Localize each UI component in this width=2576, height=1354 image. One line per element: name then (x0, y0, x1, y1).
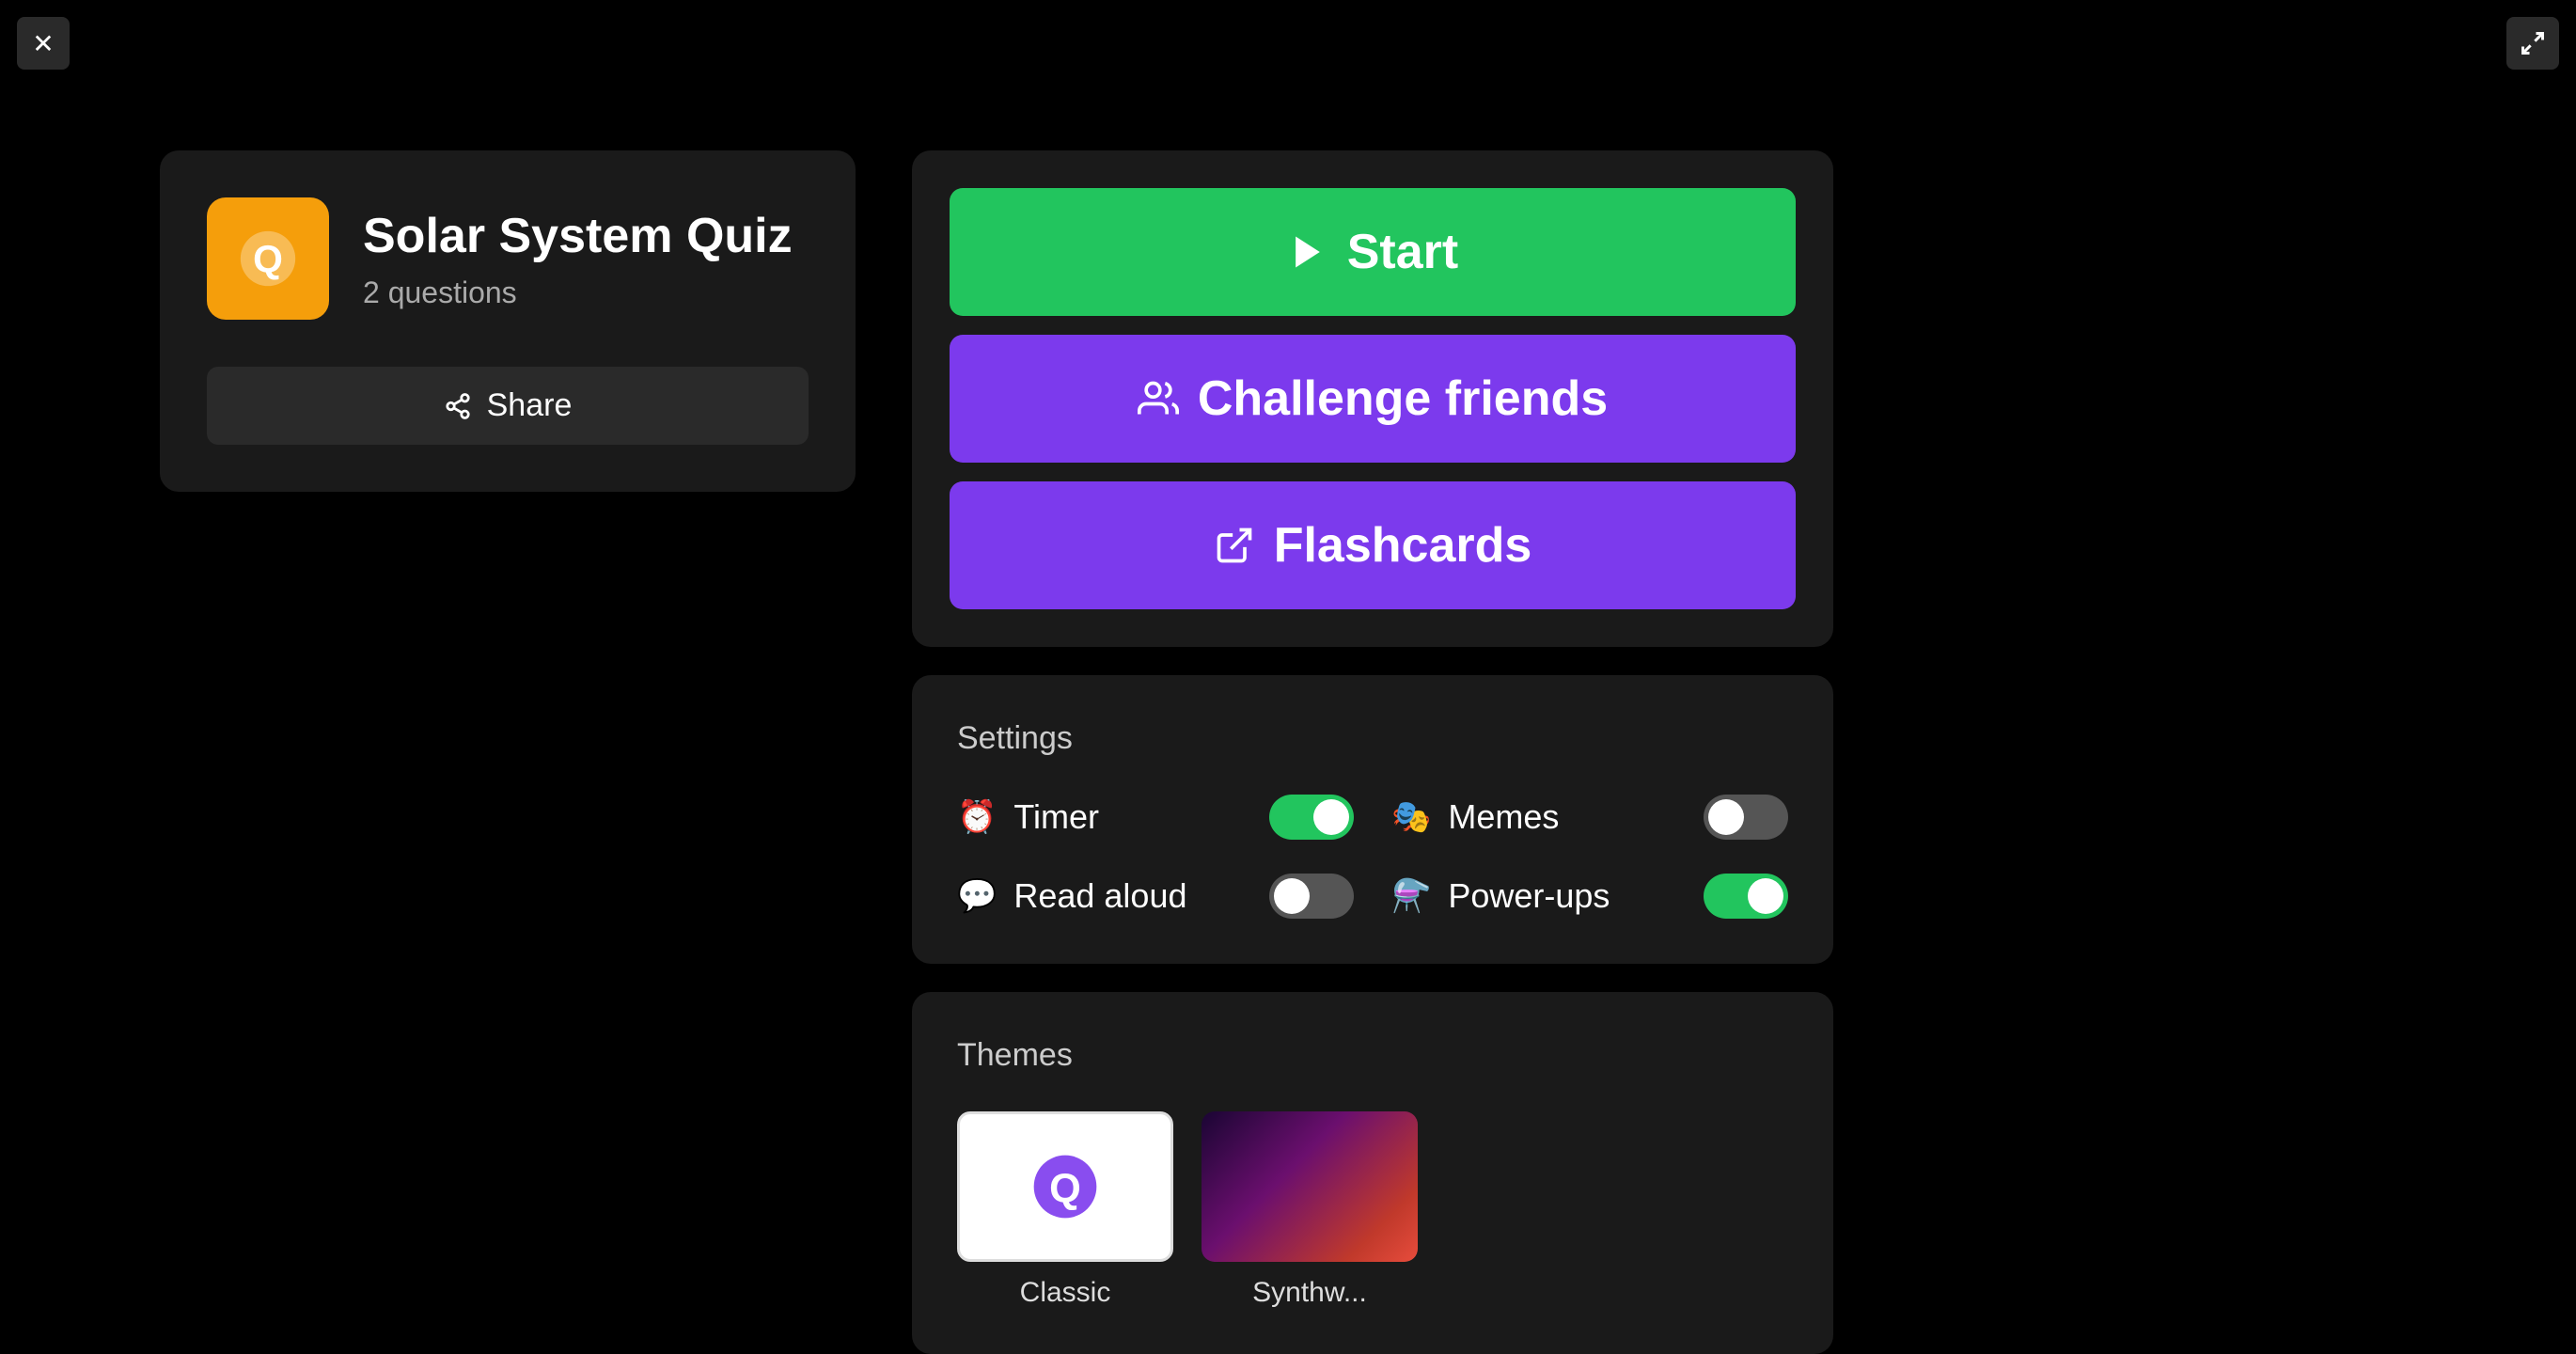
quiz-info: Solar System Quiz 2 questions (363, 208, 793, 310)
timer-icon: ⏰ (957, 798, 997, 836)
quiz-title: Solar System Quiz (363, 208, 793, 264)
share-label: Share (487, 387, 573, 424)
theme-synthwave-thumbnail (1202, 1111, 1418, 1262)
theme-synthwave-label: Synthw... (1252, 1277, 1367, 1309)
settings-grid: ⏰ Timer 🎭 Memes 💬 (957, 795, 1788, 919)
read-aloud-icon: 💬 (957, 877, 997, 915)
fullscreen-button[interactable] (2506, 17, 2559, 70)
theme-classic[interactable]: Q Classic (957, 1111, 1173, 1309)
action-panel: Start Challenge friends Flashcards (912, 150, 1833, 647)
memes-label: 🎭 Memes (1391, 797, 1559, 837)
right-panel: Start Challenge friends Flashcards (912, 150, 1833, 1354)
challenge-label: Challenge friends (1198, 370, 1608, 427)
challenge-friends-button[interactable]: Challenge friends (950, 335, 1796, 463)
power-ups-toggle[interactable] (1704, 874, 1788, 919)
theme-synthwave[interactable]: Synthw... (1202, 1111, 1418, 1309)
quiz-questions-count: 2 questions (363, 276, 793, 310)
theme-classic-thumbnail: Q (957, 1111, 1173, 1262)
memes-toggle[interactable] (1704, 795, 1788, 840)
start-button[interactable]: Start (950, 188, 1796, 316)
close-button[interactable]: ✕ (17, 17, 70, 70)
memes-icon: 🎭 (1391, 798, 1431, 836)
memes-text: Memes (1448, 797, 1559, 837)
timer-label: ⏰ Timer (957, 797, 1099, 837)
themes-grid: Q Classic Synthw... (957, 1111, 1788, 1309)
flashcards-button[interactable]: Flashcards (950, 481, 1796, 609)
svg-text:Q: Q (1049, 1167, 1081, 1212)
read-aloud-label: 💬 Read aloud (957, 876, 1187, 916)
share-button[interactable]: Share (207, 367, 809, 445)
read-aloud-toggle[interactable] (1269, 874, 1354, 919)
main-layout: Q Solar System Quiz 2 questions Share (160, 150, 1833, 1354)
svg-text:Q: Q (253, 238, 283, 281)
timer-toggle[interactable] (1269, 795, 1354, 840)
setting-read-aloud: 💬 Read aloud (957, 874, 1354, 919)
power-ups-label: ⚗️ Power-ups (1391, 876, 1610, 916)
quiz-card: Q Solar System Quiz 2 questions Share (160, 150, 856, 492)
setting-memes: 🎭 Memes (1391, 795, 1788, 840)
setting-timer: ⏰ Timer (957, 795, 1354, 840)
settings-title: Settings (957, 720, 1788, 757)
themes-panel: Themes Q Classic Synthw... (912, 992, 1833, 1354)
timer-text: Timer (1013, 797, 1099, 837)
quiz-icon: Q (207, 197, 329, 320)
flashcards-label: Flashcards (1274, 517, 1532, 574)
settings-panel: Settings ⏰ Timer 🎭 Memes (912, 675, 1833, 964)
read-aloud-text: Read aloud (1013, 876, 1186, 916)
theme-classic-label: Classic (1020, 1277, 1111, 1309)
power-ups-icon: ⚗️ (1391, 877, 1431, 915)
themes-title: Themes (957, 1037, 1788, 1074)
power-ups-text: Power-ups (1448, 876, 1610, 916)
quiz-header: Q Solar System Quiz 2 questions (207, 197, 809, 320)
start-label: Start (1347, 224, 1458, 280)
setting-power-ups: ⚗️ Power-ups (1391, 874, 1788, 919)
